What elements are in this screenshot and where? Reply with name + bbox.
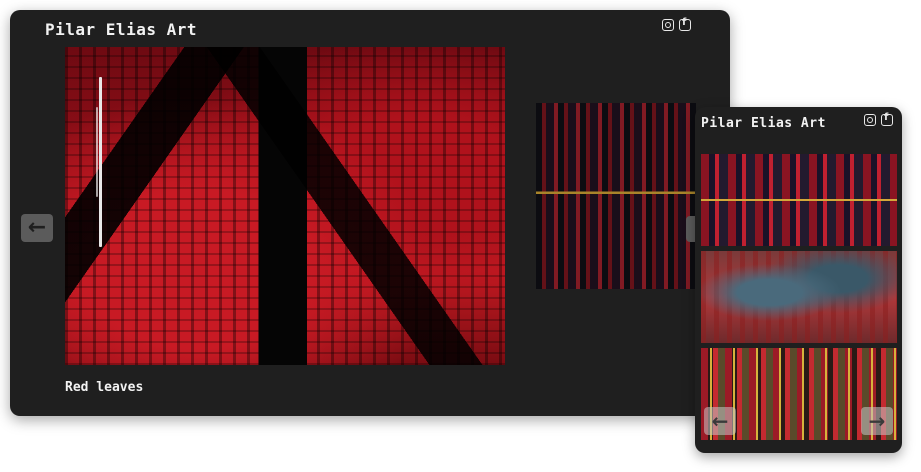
instagram-icon[interactable] xyxy=(864,114,876,126)
mobile-preview: Pilar Elias Art ← → xyxy=(695,107,902,453)
prev-arrow-button[interactable]: ← xyxy=(704,407,736,435)
facebook-icon[interactable] xyxy=(881,112,893,126)
next-painting-preview[interactable] xyxy=(536,103,696,289)
paint-streak xyxy=(99,77,102,247)
featured-painting[interactable] xyxy=(65,47,505,365)
facebook-icon[interactable] xyxy=(679,17,691,31)
site-title[interactable]: Pilar Elias Art xyxy=(45,20,197,39)
site-title[interactable]: Pilar Elias Art xyxy=(701,116,826,131)
social-links xyxy=(864,112,893,126)
social-links xyxy=(662,17,691,31)
gallery-thumbnail[interactable] xyxy=(701,251,897,343)
painting-caption: Red leaves xyxy=(65,380,144,395)
paint-streak xyxy=(96,107,98,197)
gallery-thumbnail[interactable] xyxy=(701,154,897,246)
prev-arrow-button[interactable]: ← xyxy=(21,214,53,242)
next-arrow-button[interactable]: → xyxy=(861,407,893,435)
instagram-icon[interactable] xyxy=(662,19,674,31)
